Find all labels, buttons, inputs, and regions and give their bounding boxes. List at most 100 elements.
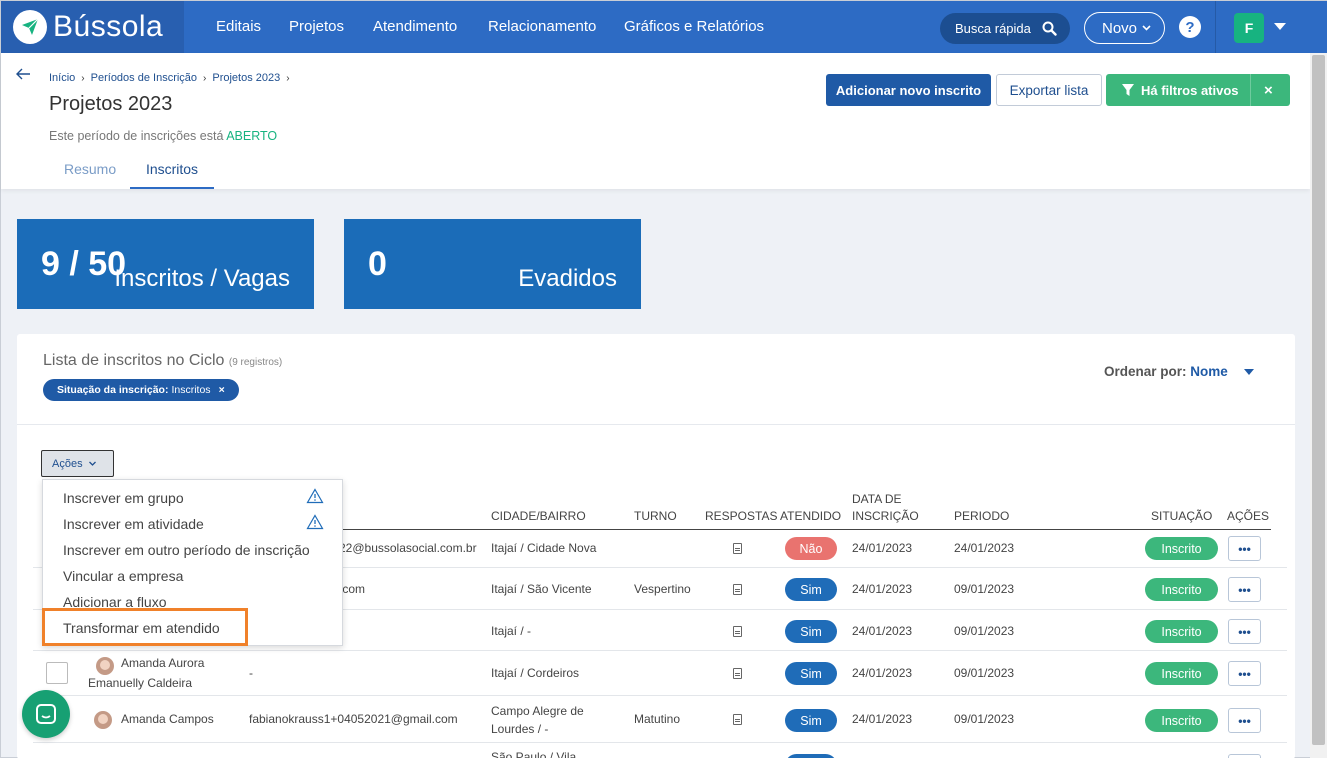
nav-editais[interactable]: Editais: [216, 18, 261, 35]
nav-graficos[interactable]: Gráficos e Relatórios: [624, 18, 764, 35]
user-avatar[interactable]: F: [1234, 13, 1264, 43]
brand-name: Bússola: [53, 10, 164, 43]
tab-inscritos[interactable]: Inscritos: [130, 161, 214, 189]
filter-icon: [1122, 84, 1134, 96]
breadcrumb-inicio[interactable]: Início: [49, 72, 75, 84]
sort-selector[interactable]: Ordenar por: Nome: [1104, 364, 1254, 379]
row-cidade: Itajaí / São Vicente: [491, 582, 592, 596]
row-data: 24/01/2023: [852, 712, 913, 726]
stat-card-evadidos: 0 Evadidos: [344, 219, 641, 309]
top-navbar: Bússola Editais Projetos Atendimento Rel…: [1, 1, 1327, 53]
breadcrumb: Início › Períodos de Inscrição › Projetos …: [49, 72, 290, 84]
row-data: 24/01/2023: [852, 541, 913, 555]
row-data: 24/01/2023: [852, 624, 913, 638]
nav-atendimento[interactable]: Atendimento: [373, 18, 457, 35]
row-turno: Vespertino: [634, 582, 691, 596]
document-icon[interactable]: [733, 584, 742, 595]
atendido-badge: [785, 754, 837, 758]
row-name[interactable]: Amanda Campos: [121, 710, 214, 729]
document-icon[interactable]: [733, 543, 742, 554]
period-status: Este período de inscrições está ABERTO: [49, 129, 277, 143]
user-menu-caret-icon[interactable]: [1274, 23, 1286, 30]
row-data: 24/01/2023: [852, 666, 913, 680]
col-data-l1[interactable]: DATA DE: [852, 492, 902, 507]
breadcrumb-separator-icon: ›: [286, 72, 290, 84]
row-cidade: Itajaí / Cidade Nova: [491, 541, 597, 555]
tab-resumo[interactable]: Resumo: [64, 161, 116, 177]
row-email: 22@bussolasocial.com.br: [339, 541, 477, 555]
back-arrow-icon[interactable]: [15, 67, 31, 81]
row-periodo: 09/01/2023: [954, 666, 1015, 680]
status-badge: Inscrito: [1145, 620, 1218, 643]
new-button[interactable]: Novo: [1084, 12, 1165, 44]
quick-search-button[interactable]: Busca rápida: [940, 13, 1070, 44]
filter-chip[interactable]: Situação da inscrição: Inscritos ×: [43, 379, 239, 401]
avatar: [94, 711, 112, 729]
breadcrumb-projetos[interactable]: Projetos 2023: [212, 72, 280, 84]
clear-filters-icon[interactable]: ×: [1264, 82, 1273, 99]
row-actions-button[interactable]: •••: [1228, 661, 1261, 686]
col-atendido[interactable]: ATENDIDO: [780, 509, 841, 524]
row-actions-button[interactable]: •••: [1228, 708, 1261, 733]
col-situacao[interactable]: SITUAÇÃO: [1151, 509, 1212, 524]
document-icon[interactable]: [733, 626, 742, 637]
nav-divider: [1215, 1, 1216, 53]
col-data-l2[interactable]: INSCRIÇÃO: [852, 509, 919, 524]
row-actions-button[interactable]: [1228, 754, 1261, 758]
list-title-text: Lista de inscritos no Ciclo: [43, 352, 225, 369]
document-icon[interactable]: [733, 668, 742, 679]
row-checkbox[interactable]: [46, 662, 68, 684]
nav-projetos[interactable]: Projetos: [289, 18, 344, 35]
row-divider: [33, 742, 1287, 743]
col-periodo[interactable]: PERIODO: [954, 509, 1009, 524]
col-turno[interactable]: TURNO: [634, 509, 677, 524]
document-icon[interactable]: [733, 714, 742, 725]
scrollbar-thumb[interactable]: [1312, 55, 1325, 745]
table-header-divider: [239, 529, 1271, 530]
new-label: Novo: [1102, 19, 1138, 37]
row-email: fabianokrauss1+04052021@gmail.com: [249, 712, 458, 726]
export-list-button[interactable]: Exportar lista: [996, 74, 1102, 106]
row-name-l2[interactable]: Emanuelly Caldeira: [88, 674, 192, 693]
warning-icon: [306, 488, 324, 504]
status-prefix: Este período de inscrições está: [49, 129, 224, 143]
row-actions-button[interactable]: •••: [1228, 577, 1261, 602]
menu-item-inscrever-grupo[interactable]: Inscrever em grupo: [63, 490, 184, 506]
row-actions-button[interactable]: •••: [1228, 536, 1261, 561]
atendido-badge: Sim: [785, 578, 837, 601]
breadcrumb-separator-icon: ›: [203, 72, 207, 84]
logo[interactable]: Bússola: [1, 1, 184, 53]
status-badge: Inscrito: [1145, 662, 1218, 685]
sort-caret-icon: [1244, 369, 1254, 375]
row-name-l1[interactable]: Amanda Aurora: [121, 654, 204, 673]
row-cidade: Itajaí / -: [491, 624, 532, 638]
col-respostas[interactable]: RESPOSTAS: [705, 509, 777, 524]
card-divider: [17, 424, 1295, 425]
menu-item-inscrever-atividade[interactable]: Inscrever em atividade: [63, 516, 204, 532]
status-badge: Inscrito: [1145, 578, 1218, 601]
warning-icon: [306, 514, 324, 530]
stat-card-vagas: 9 / 50 Inscritos / Vagas: [17, 219, 314, 309]
search-icon: [1042, 21, 1057, 36]
atendido-badge: Não: [785, 537, 837, 560]
row-actions-button[interactable]: •••: [1228, 619, 1261, 644]
bulk-actions-label: Ações: [52, 457, 83, 470]
active-filters-button[interactable]: Há filtros ativos ×: [1106, 74, 1290, 106]
col-cidade[interactable]: CIDADE/BAIRRO: [491, 509, 586, 524]
menu-item-inscrever-outro-periodo[interactable]: Inscrever em outro período de inscrição: [63, 542, 310, 558]
chat-button[interactable]: [22, 690, 70, 738]
help-icon[interactable]: ?: [1179, 16, 1201, 38]
row-cidade: Itajaí / Cordeiros: [491, 666, 580, 680]
bulk-actions-button[interactable]: Ações: [41, 450, 114, 477]
add-enrollee-button[interactable]: Adicionar novo inscrito: [826, 74, 991, 106]
col-acoes: AÇÕES: [1227, 509, 1270, 523]
menu-item-vincular-empresa[interactable]: Vincular a empresa: [63, 568, 183, 584]
list-title: Lista de inscritos no Ciclo (9 registros…: [43, 352, 282, 370]
row-turno: Matutino: [634, 712, 681, 726]
nav-relacionamento[interactable]: Relacionamento: [488, 18, 596, 35]
remove-filter-icon[interactable]: ×: [219, 384, 225, 396]
breadcrumb-periodos[interactable]: Períodos de Inscrição: [91, 72, 197, 84]
stat-label: Inscritos / Vagas: [114, 265, 290, 292]
avatar: [96, 657, 114, 675]
chevron-down-icon: [1142, 25, 1151, 31]
